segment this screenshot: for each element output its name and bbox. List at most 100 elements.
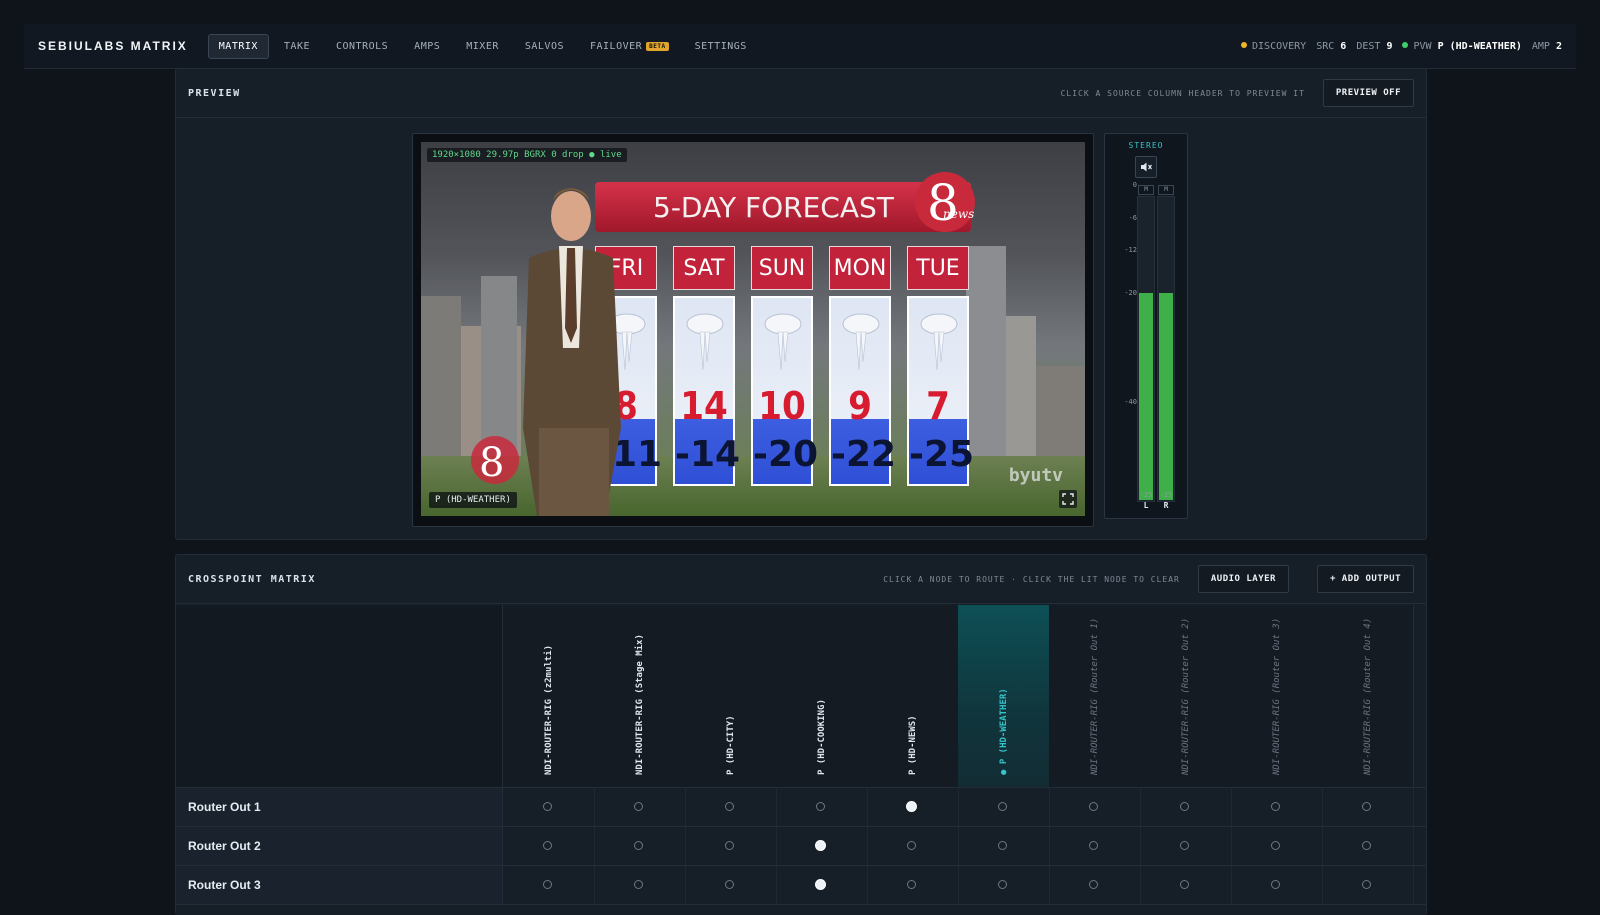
forecast-day: MON 9 -22 xyxy=(829,246,896,486)
crosspoint-node[interactable] xyxy=(543,880,552,889)
crosspoint-cell[interactable] xyxy=(594,866,686,904)
audio-layer-button[interactable]: AUDIO LAYER xyxy=(1197,565,1289,593)
crosspoint-cell[interactable] xyxy=(503,827,595,865)
source-column-header[interactable]: NDI-ROUTER-RIG (Router Out 4) xyxy=(1322,605,1414,787)
nav-matrix[interactable]: MATRIX xyxy=(207,33,269,59)
source-column-header[interactable]: NDI-ROUTER-RIG (Stage Mix) xyxy=(594,605,686,787)
crosspoint-cell[interactable] xyxy=(685,788,777,826)
source-column-header[interactable]: P (HD-NEWS) xyxy=(867,605,959,787)
crosspoint-cell[interactable] xyxy=(1049,827,1141,865)
crosspoint-node[interactable] xyxy=(815,840,826,851)
crosspoint-cell[interactable] xyxy=(776,788,868,826)
crosspoint-node[interactable] xyxy=(998,880,1007,889)
mute-button[interactable] xyxy=(1135,156,1157,178)
audio-meter: STEREO 0 -6 -12 -20 -40 M M -25 -25 L R xyxy=(1104,133,1188,519)
day-body: 9 -22 xyxy=(829,296,896,486)
crosspoint-node[interactable] xyxy=(1271,880,1280,889)
day-high: 14 xyxy=(680,384,728,428)
crosspoint-node[interactable] xyxy=(1089,841,1098,850)
crosspoint-cell[interactable] xyxy=(958,866,1050,904)
crosspoint-node[interactable] xyxy=(1362,880,1371,889)
crosspoint-cell[interactable] xyxy=(1231,866,1323,904)
crosspoint-cell[interactable] xyxy=(958,827,1050,865)
crosspoint-node[interactable] xyxy=(998,841,1007,850)
crosspoint-cell[interactable] xyxy=(685,827,777,865)
crosspoint-node[interactable] xyxy=(725,880,734,889)
crosspoint-cell[interactable] xyxy=(1322,788,1414,826)
storm-cloud-icon xyxy=(920,313,958,371)
crosspoint-cell[interactable] xyxy=(503,788,595,826)
amp-label: AMP xyxy=(1531,40,1550,52)
source-column-header[interactable]: NDI-ROUTER-RIG (z2multi) xyxy=(503,605,595,787)
add-output-button[interactable]: + ADD OUTPUT xyxy=(1316,565,1414,593)
video-preview[interactable]: 5-DAY FORECAST 8 news FRI 8 -11 SAT 14 -14 SUN… xyxy=(421,142,1085,516)
crosspoint-node[interactable] xyxy=(1180,880,1189,889)
nav-label: SALVOS xyxy=(524,40,564,52)
nav-take[interactable]: TAKE xyxy=(273,34,321,59)
crosspoint-node[interactable] xyxy=(998,802,1007,811)
crosspoint-node[interactable] xyxy=(906,801,917,812)
crosspoint-cell[interactable] xyxy=(958,788,1050,826)
source-column-header[interactable]: ● P (HD-WEATHER) xyxy=(958,605,1050,787)
nav-label: MIXER xyxy=(466,40,499,52)
crosspoint-node[interactable] xyxy=(634,841,643,850)
source-column-header[interactable]: P (HD-COOKING) xyxy=(776,605,868,787)
crosspoint-node[interactable] xyxy=(634,802,643,811)
crosspoint-node[interactable] xyxy=(907,841,916,850)
crosspoint-node[interactable] xyxy=(1362,802,1371,811)
dest-count: 9 xyxy=(1386,40,1393,52)
crosspoint-node[interactable] xyxy=(1271,802,1280,811)
source-column-header[interactable]: NDI-ROUTER-RIG (Router Out 1) xyxy=(1049,605,1141,787)
preview-off-button[interactable]: PREVIEW OFF xyxy=(1322,79,1414,107)
crosspoint-cell[interactable] xyxy=(867,827,959,865)
meter-scale-tick: -6 xyxy=(1128,214,1137,222)
crosspoint-node[interactable] xyxy=(1271,841,1280,850)
nav-settings[interactable]: SETTINGS xyxy=(684,34,758,59)
source-column-header[interactable]: NDI-ROUTER-RIG (Router Out 2) xyxy=(1140,605,1232,787)
crosspoint-cell[interactable] xyxy=(1049,866,1141,904)
discovery-status: DISCOVERY xyxy=(1241,41,1306,52)
crosspoint-node[interactable] xyxy=(543,802,552,811)
crosspoint-node[interactable] xyxy=(1180,841,1189,850)
crosspoint-node[interactable] xyxy=(725,802,734,811)
crosspoint-node[interactable] xyxy=(907,880,916,889)
crosspoint-node[interactable] xyxy=(1089,802,1098,811)
crosspoint-node[interactable] xyxy=(725,841,734,850)
preview-title: PREVIEW xyxy=(188,87,241,99)
crosspoint-node[interactable] xyxy=(815,879,826,890)
crosspoint-node[interactable] xyxy=(816,802,825,811)
crosspoint-cell[interactable] xyxy=(1231,827,1323,865)
crosspoint-cell[interactable] xyxy=(867,788,959,826)
crosspoint-cell[interactable] xyxy=(1231,788,1323,826)
source-label: NDI-ROUTER-RIG (Router Out 2) xyxy=(1180,617,1191,775)
crosspoint-cell[interactable] xyxy=(685,866,777,904)
nav-salvos[interactable]: SALVOS xyxy=(514,34,575,59)
nav-failover[interactable]: FAILOVER BETA xyxy=(579,34,680,59)
crosspoint-node[interactable] xyxy=(1362,841,1371,850)
crosspoint-cell[interactable] xyxy=(594,827,686,865)
crosspoint-cell[interactable] xyxy=(594,788,686,826)
crosspoint-cell[interactable] xyxy=(1049,788,1141,826)
meter-scale-tick: 0 xyxy=(1132,181,1137,189)
crosspoint-node[interactable] xyxy=(543,841,552,850)
source-column-header[interactable]: P (HD-CITY) xyxy=(685,605,777,787)
discovery-label: DISCOVERY xyxy=(1252,40,1307,52)
crosspoint-cell[interactable] xyxy=(776,866,868,904)
crosspoint-cell[interactable] xyxy=(1140,788,1232,826)
nav-amps[interactable]: AMPS xyxy=(403,34,451,59)
crosspoint-cell[interactable] xyxy=(1322,827,1414,865)
crosspoint-cell[interactable] xyxy=(867,866,959,904)
fullscreen-icon[interactable] xyxy=(1059,490,1077,508)
nav-mixer[interactable]: MIXER xyxy=(455,34,510,59)
crosspoint-cell[interactable] xyxy=(1140,827,1232,865)
crosspoint-cell[interactable] xyxy=(503,866,595,904)
crosspoint-cell[interactable] xyxy=(1140,866,1232,904)
meter-scale-tick: -12 xyxy=(1124,246,1137,254)
nav-controls[interactable]: CONTROLS xyxy=(325,34,399,59)
crosspoint-cell[interactable] xyxy=(776,827,868,865)
source-column-header[interactable]: NDI-ROUTER-RIG (Router Out 3) xyxy=(1231,605,1323,787)
crosspoint-node[interactable] xyxy=(634,880,643,889)
crosspoint-cell[interactable] xyxy=(1322,866,1414,904)
crosspoint-node[interactable] xyxy=(1089,880,1098,889)
crosspoint-node[interactable] xyxy=(1180,802,1189,811)
